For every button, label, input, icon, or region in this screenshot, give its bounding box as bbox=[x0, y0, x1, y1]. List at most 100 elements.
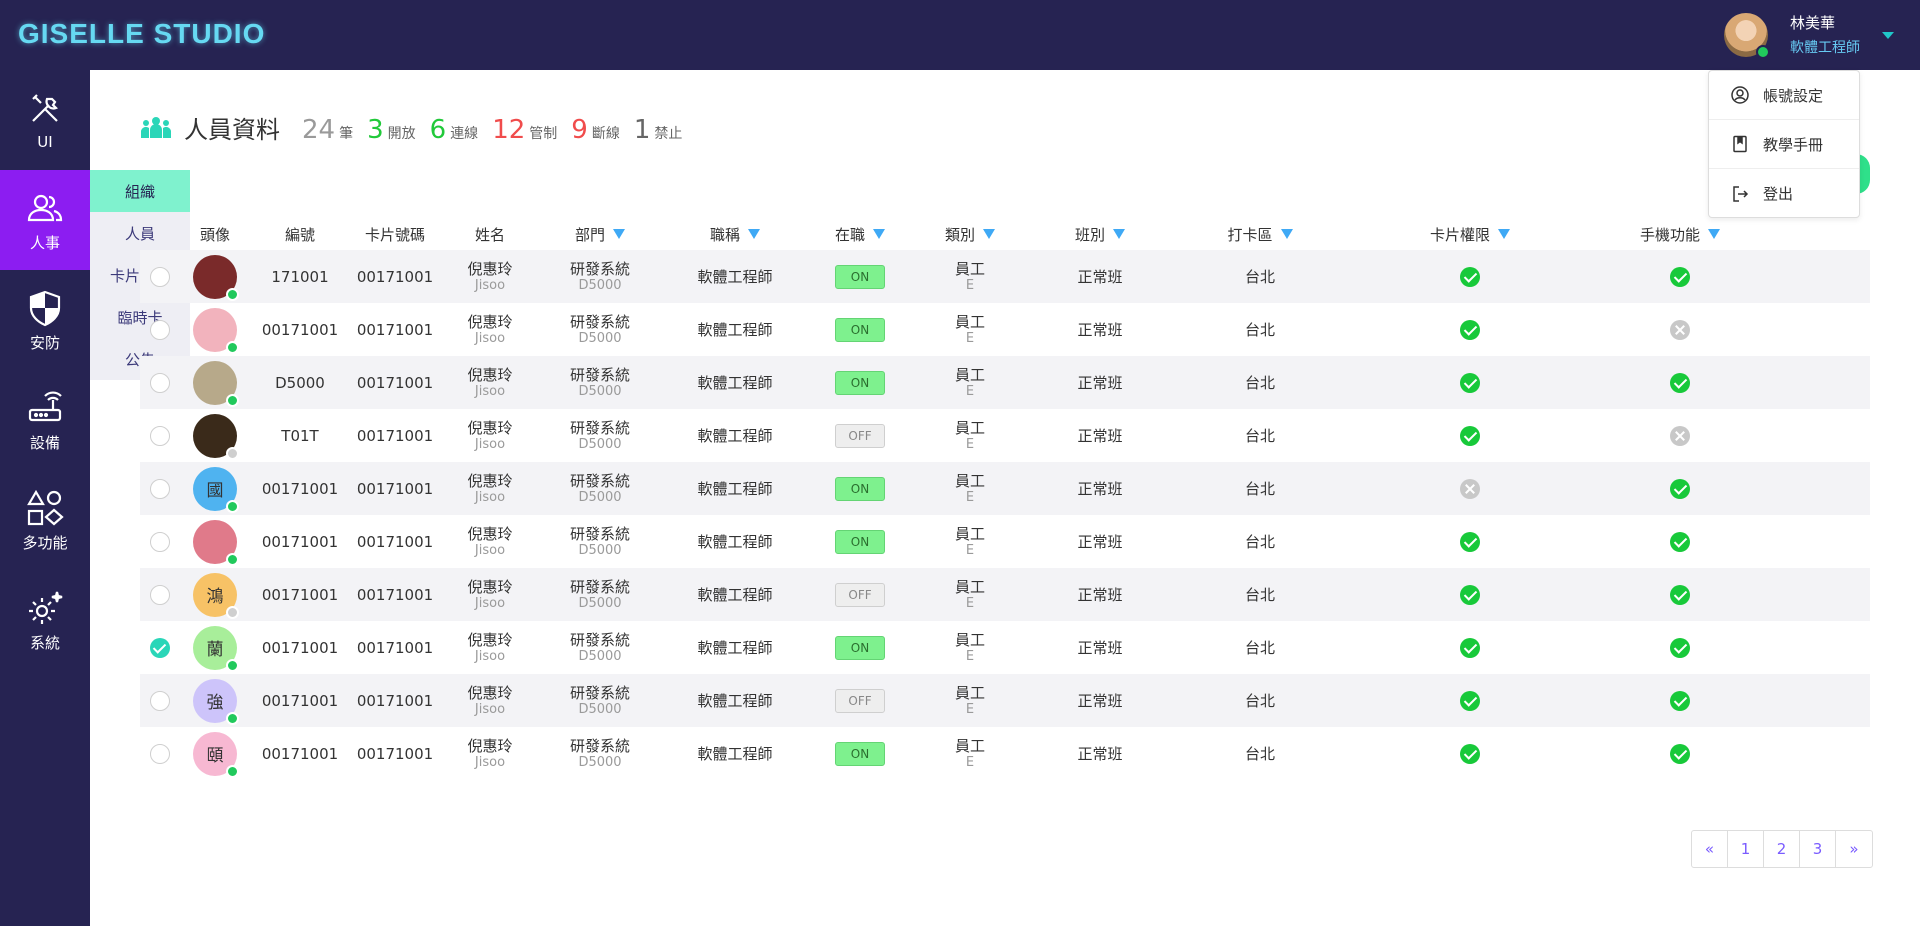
row-select-radio[interactable] bbox=[150, 372, 170, 393]
row-select-radio[interactable] bbox=[150, 637, 170, 658]
check-circle-icon[interactable] bbox=[1460, 266, 1480, 287]
x-circle-icon[interactable] bbox=[1670, 425, 1690, 446]
header-label: 班別 bbox=[1074, 225, 1105, 244]
row-select-radio[interactable] bbox=[150, 690, 170, 711]
avatar[interactable] bbox=[193, 519, 239, 566]
check-circle-icon[interactable] bbox=[1460, 372, 1480, 393]
active-toggle[interactable]: ON bbox=[835, 476, 885, 501]
check-circle-icon[interactable] bbox=[1670, 637, 1690, 658]
menu-item-manual[interactable]: 教學手冊 bbox=[1709, 120, 1859, 169]
filter-icon[interactable] bbox=[983, 229, 995, 239]
row-select-radio[interactable] bbox=[150, 425, 170, 446]
page-1-button[interactable]: 1 bbox=[1728, 831, 1764, 867]
check-circle-icon[interactable] bbox=[1670, 372, 1690, 393]
submenu-item-org[interactable]: 組織 bbox=[90, 170, 190, 212]
sidebar-item-multi[interactable]: 多功能 bbox=[0, 470, 90, 570]
filter-icon[interactable] bbox=[1498, 229, 1510, 239]
table-row[interactable]: 171001 00171001 倪惠玲 Jisoo 研發系統 D5000 軟體工… bbox=[140, 250, 1870, 303]
table-row[interactable]: 國 00171001 00171001 倪惠玲 Jisoo 研發系統 D5000… bbox=[140, 462, 1870, 515]
avatar[interactable]: 鴻 bbox=[193, 572, 239, 619]
check-circle-icon[interactable] bbox=[1460, 637, 1480, 658]
avatar[interactable]: 國 bbox=[193, 466, 239, 513]
avatar[interactable]: 頤 bbox=[193, 731, 239, 778]
employee-name-en: Jisoo bbox=[474, 383, 506, 399]
active-toggle[interactable]: OFF bbox=[835, 582, 885, 607]
menu-item-account-settings[interactable]: 帳號設定 bbox=[1709, 71, 1859, 120]
check-circle-icon[interactable] bbox=[1670, 266, 1690, 287]
avatar[interactable] bbox=[193, 307, 239, 354]
table-row[interactable]: D5000 00171001 倪惠玲 Jisoo 研發系統 D5000 軟體工程… bbox=[140, 356, 1870, 409]
header-card[interactable]: 卡片號碼 bbox=[350, 218, 440, 250]
header-id[interactable]: 編號 bbox=[250, 218, 350, 250]
user-info[interactable]: 林美華 軟體工程師 bbox=[1790, 12, 1860, 57]
check-circle-icon[interactable] bbox=[1460, 584, 1480, 605]
menu-item-label: 教學手冊 bbox=[1763, 135, 1824, 154]
active-toggle[interactable]: OFF bbox=[835, 423, 885, 448]
filter-icon[interactable] bbox=[1280, 229, 1293, 239]
avatar[interactable] bbox=[193, 360, 239, 407]
table-row[interactable]: 頤 00171001 00171001 倪惠玲 Jisoo 研發系統 D5000… bbox=[140, 727, 1870, 780]
row-select-radio[interactable] bbox=[150, 531, 170, 552]
row-select-radio[interactable] bbox=[150, 319, 170, 340]
x-circle-icon[interactable] bbox=[1460, 478, 1480, 499]
table-row[interactable]: 00171001 00171001 倪惠玲 Jisoo 研發系統 D5000 軟… bbox=[140, 515, 1870, 568]
row-select-radio[interactable] bbox=[150, 584, 170, 605]
filter-icon[interactable] bbox=[1113, 229, 1125, 239]
avatar[interactable] bbox=[193, 254, 239, 301]
app-logo[interactable]: GISELLE STUDIO bbox=[18, 18, 265, 50]
active-toggle[interactable]: ON bbox=[835, 370, 885, 395]
table-row[interactable]: 蘭 00171001 00171001 倪惠玲 Jisoo 研發系統 D5000… bbox=[140, 621, 1870, 674]
menu-item-logout[interactable]: 登出 bbox=[1709, 169, 1859, 218]
table-row[interactable]: 00171001 00171001 倪惠玲 Jisoo 研發系統 D5000 軟… bbox=[140, 303, 1870, 356]
row-select-radio[interactable] bbox=[150, 478, 170, 499]
id-cell: 00171001 bbox=[250, 515, 350, 568]
row-select-radio[interactable] bbox=[150, 266, 170, 287]
header-name[interactable]: 姓名 bbox=[440, 218, 540, 250]
sidebar-item-system[interactable]: 系統 bbox=[0, 570, 90, 670]
avatar[interactable]: 強 bbox=[193, 678, 239, 725]
dept-name: 研發系統 bbox=[569, 683, 630, 702]
sidebar-item-hr[interactable]: 人事 bbox=[0, 170, 90, 270]
check-circle-icon[interactable] bbox=[1670, 584, 1690, 605]
sidebar-item-ui[interactable]: UI bbox=[0, 70, 90, 170]
check-circle-icon[interactable] bbox=[1670, 743, 1690, 764]
row-select-radio[interactable] bbox=[150, 743, 170, 764]
check-circle-icon[interactable] bbox=[1670, 478, 1690, 499]
table-row[interactable]: T01T 00171001 倪惠玲 Jisoo 研發系統 D5000 軟體工程師… bbox=[140, 409, 1870, 462]
check-circle-icon[interactable] bbox=[1460, 743, 1480, 764]
avatar[interactable]: 蘭 bbox=[193, 625, 239, 672]
card-perm-cell bbox=[1350, 727, 1590, 780]
filter-icon[interactable] bbox=[873, 229, 885, 239]
page-next-button[interactable]: » bbox=[1836, 831, 1872, 867]
avatar[interactable] bbox=[193, 413, 239, 460]
active-toggle[interactable]: OFF bbox=[835, 688, 885, 713]
check-circle-icon[interactable] bbox=[1670, 531, 1690, 552]
active-toggle[interactable]: ON bbox=[835, 741, 885, 766]
active-cell: OFF bbox=[810, 568, 910, 621]
filter-icon[interactable] bbox=[613, 229, 625, 239]
filter-icon[interactable] bbox=[748, 229, 760, 239]
table-row[interactable]: 強 00171001 00171001 倪惠玲 Jisoo 研發系統 D5000… bbox=[140, 674, 1870, 727]
active-toggle[interactable]: ON bbox=[835, 529, 885, 554]
title-cell: 軟體工程師 bbox=[660, 409, 810, 462]
chevron-down-icon[interactable] bbox=[1882, 32, 1894, 39]
sidebar-item-security[interactable]: 安防 bbox=[0, 270, 90, 370]
phone-cell bbox=[1590, 621, 1770, 674]
active-toggle[interactable]: ON bbox=[835, 317, 885, 342]
page-2-button[interactable]: 2 bbox=[1764, 831, 1800, 867]
active-toggle[interactable]: ON bbox=[835, 264, 885, 289]
active-toggle[interactable]: ON bbox=[835, 635, 885, 660]
check-circle-icon[interactable] bbox=[1460, 690, 1480, 711]
sidebar-item-devices[interactable]: 設備 bbox=[0, 370, 90, 470]
page-prev-button[interactable]: « bbox=[1692, 831, 1728, 867]
user-profile[interactable]: 林美華 軟體工程師 bbox=[1724, 12, 1860, 59]
x-circle-icon[interactable] bbox=[1670, 319, 1690, 340]
table-row[interactable]: 鴻 00171001 00171001 倪惠玲 Jisoo 研發系統 D5000… bbox=[140, 568, 1870, 621]
check-circle-icon[interactable] bbox=[1670, 690, 1690, 711]
check-circle-icon[interactable] bbox=[1460, 531, 1480, 552]
check-circle-icon[interactable] bbox=[1460, 425, 1480, 446]
check-circle-icon[interactable] bbox=[1460, 319, 1480, 340]
user-avatar[interactable] bbox=[1724, 12, 1770, 59]
filter-icon[interactable] bbox=[1708, 229, 1720, 239]
page-3-button[interactable]: 3 bbox=[1800, 831, 1836, 867]
